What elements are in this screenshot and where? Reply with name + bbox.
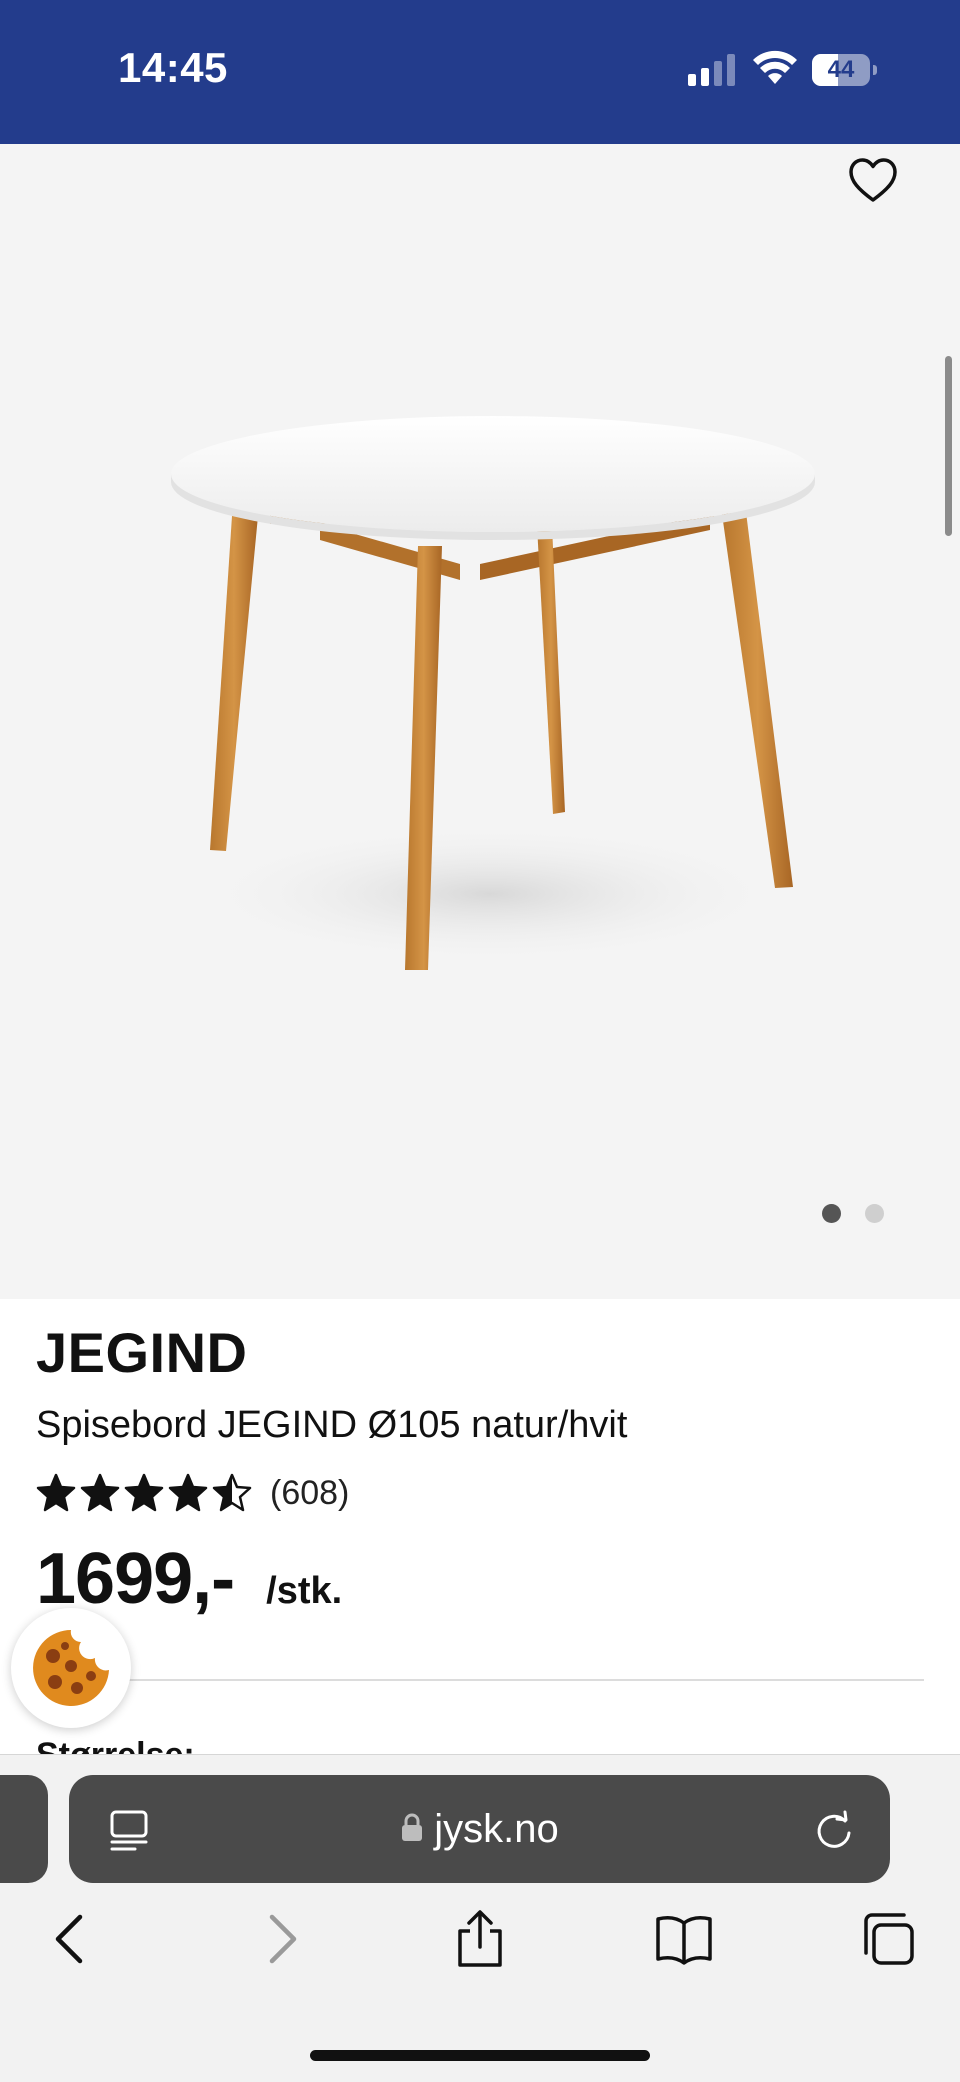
lock-icon: [402, 1813, 423, 1842]
product-name: Spisebord JEGIND Ø105 natur/hvit: [36, 1404, 628, 1446]
star-icon: [168, 1473, 208, 1512]
url-text: jysk.no: [434, 1807, 559, 1851]
reload-icon[interactable]: [813, 1809, 855, 1851]
star-icon: [80, 1473, 120, 1512]
product-brand: JEGIND: [36, 1321, 248, 1384]
star-icon: [36, 1473, 76, 1512]
share-icon[interactable]: [450, 1909, 510, 1969]
size-label: Størrelse:: [36, 1730, 195, 1754]
page-scrollbar[interactable]: [945, 356, 952, 536]
tabs-icon[interactable]: [858, 1909, 918, 1969]
gallery-pagination[interactable]: [822, 1204, 908, 1228]
star-icon: [212, 1473, 252, 1512]
status-time: 14:45: [118, 44, 228, 91]
url-display[interactable]: jysk.no: [69, 1775, 890, 1883]
divider: [36, 1679, 924, 1681]
browser-chrome: jysk.no: [0, 1754, 960, 2082]
cookie-settings-button[interactable]: [11, 1608, 131, 1728]
rating-stars: [36, 1473, 256, 1513]
bookmarks-icon[interactable]: [654, 1909, 714, 1969]
cellular-signal-icon: [688, 54, 735, 86]
product-image[interactable]: [150, 374, 830, 994]
price-row: 1699,- /stk.: [36, 1538, 342, 1620]
review-count[interactable]: (608): [270, 1474, 349, 1513]
cookie-icon: [33, 1630, 110, 1706]
battery-icon: 44: [812, 54, 878, 86]
product-rating[interactable]: (608): [36, 1470, 349, 1516]
forward-icon[interactable]: [250, 1909, 310, 1969]
favorite-heart-icon[interactable]: [846, 154, 900, 208]
battery-level: 44: [827, 56, 855, 83]
address-bar[interactable]: jysk.no: [69, 1775, 890, 1883]
back-icon[interactable]: [42, 1909, 102, 1969]
price-unit: /stk.: [266, 1570, 343, 1612]
status-bar: 14:45 44: [0, 0, 960, 144]
gallery-dot-1[interactable]: [822, 1204, 841, 1223]
wifi-icon: [753, 50, 797, 84]
previous-tab-preview[interactable]: [0, 1775, 48, 1883]
product-image-gallery[interactable]: [0, 144, 960, 1299]
gallery-dot-2[interactable]: [865, 1204, 884, 1223]
home-indicator[interactable]: [310, 2050, 650, 2061]
star-icon: [124, 1473, 164, 1512]
